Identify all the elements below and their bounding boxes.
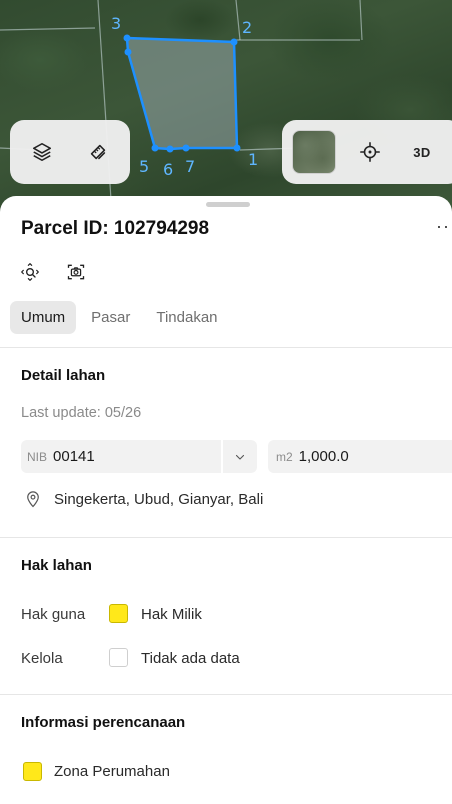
parcel-title: Parcel ID: 102794298 <box>21 218 210 239</box>
area-value: 1,000.0 <box>298 448 349 465</box>
vertex-label-5: 5 <box>139 157 150 176</box>
nib-prefix: NIB <box>27 449 48 464</box>
chevron-down-icon <box>235 454 245 460</box>
nib-dropdown-button[interactable] <box>223 440 257 473</box>
measure-button[interactable] <box>80 134 116 170</box>
divider <box>0 537 452 538</box>
section-title-detail: Detail lahan <box>21 367 106 384</box>
divider <box>0 347 452 348</box>
nib-value: 00141 <box>53 448 95 465</box>
hak-milik-color-swatch <box>109 604 128 623</box>
three-d-label: 3D <box>413 144 431 160</box>
zone-color-swatch <box>23 762 42 781</box>
location-text: Singekerta, Ubud, Gianyar, Bali <box>54 490 264 508</box>
layers-icon <box>32 142 52 162</box>
kelola-color-swatch <box>109 648 128 667</box>
area-prefix: m2 <box>276 449 293 464</box>
parcel-info-sheet: Parcel ID: 102794298 ··· Umum Pasar Tind… <box>0 196 452 804</box>
layers-button[interactable] <box>24 134 60 170</box>
vertex-label-2: 2 <box>242 18 253 37</box>
section-title-planning: Informasi perencanaan <box>21 714 186 731</box>
map-tools-left <box>10 120 130 184</box>
tab-tindakan[interactable]: Tindakan <box>145 301 228 334</box>
location-pin-icon <box>27 491 39 508</box>
zoom-to-parcel-button[interactable] <box>16 258 44 286</box>
screenshot-icon <box>67 264 85 280</box>
screenshot-button[interactable] <box>62 258 90 286</box>
nib-field[interactable]: NIB 00141 <box>21 440 221 473</box>
zone-value: Zona Perumahan <box>54 763 170 780</box>
more-options-button[interactable]: ··· <box>436 216 452 237</box>
satellite-map[interactable]: 1 2 3 5 6 7 3D <box>0 0 452 215</box>
vertex-label-1: 1 <box>248 150 259 169</box>
last-update-text: Last update: 05/26 <box>21 405 142 421</box>
crosshair-icon <box>360 142 380 162</box>
ruler-pencil-icon <box>90 144 106 160</box>
vertex-label-7: 7 <box>185 157 196 176</box>
parcel-tools <box>16 258 90 286</box>
tab-umum[interactable]: Umum <box>10 301 77 334</box>
rights-label-hak-guna: Hak guna <box>21 606 86 623</box>
vertex-label-6: 6 <box>163 160 174 179</box>
three-d-button[interactable]: 3D <box>404 134 440 170</box>
zoom-to-parcel-icon <box>21 263 39 281</box>
rights-value-kelola: Tidak ada data <box>141 650 240 667</box>
tab-bar: Umum Pasar Tindakan <box>10 301 229 334</box>
rights-label-kelola: Kelola <box>21 650 63 667</box>
sheet-drag-handle[interactable] <box>206 202 250 207</box>
parcel-polygon[interactable] <box>125 36 239 151</box>
map-tools-right: 3D <box>282 120 452 184</box>
vertex-label-3: 3 <box>111 14 122 33</box>
area-field[interactable]: m2 1,000.0 <box>268 440 452 473</box>
rights-value-hak-guna: Hak Milik <box>141 606 202 623</box>
tab-pasar[interactable]: Pasar <box>80 301 141 334</box>
locate-button[interactable] <box>352 134 388 170</box>
section-title-rights: Hak lahan <box>21 557 92 574</box>
location-row: Singekerta, Ubud, Gianyar, Bali <box>24 490 263 508</box>
divider <box>0 694 452 695</box>
basemap-toggle[interactable] <box>292 130 336 174</box>
